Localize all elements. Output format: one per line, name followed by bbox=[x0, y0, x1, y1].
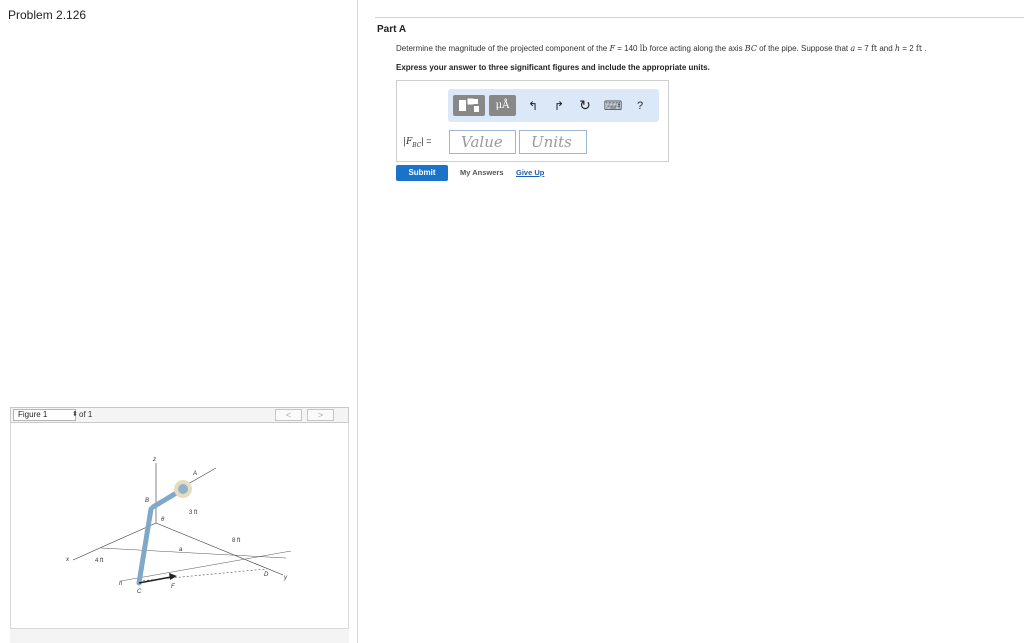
label-theta: θ bbox=[161, 517, 165, 523]
help-button[interactable]: ? bbox=[633, 95, 647, 116]
part-divider bbox=[375, 17, 1024, 18]
figure-toolbar: Figure 1 ⬍ of 1 < > bbox=[10, 407, 349, 423]
value-input[interactable] bbox=[449, 130, 516, 154]
undo-button[interactable]: ↰ bbox=[525, 95, 541, 116]
next-figure-button[interactable]: > bbox=[307, 409, 334, 421]
question-segment: = 7 bbox=[855, 44, 871, 53]
label-a: a bbox=[179, 547, 183, 553]
template-button[interactable] bbox=[453, 95, 485, 116]
figure-count: of 1 bbox=[79, 410, 93, 419]
label-f: F bbox=[171, 584, 175, 590]
ground-line bbox=[100, 547, 287, 559]
label-8ft: 8 ft bbox=[232, 538, 241, 544]
answer-label: |FBC| = bbox=[403, 136, 432, 149]
question-segment: = 140 bbox=[615, 44, 640, 53]
label-z: z bbox=[152, 457, 156, 463]
figure-panel: z A B θ 3 ft 8 ft a 4 ft x h C F D y bbox=[10, 423, 349, 643]
template-icon bbox=[459, 98, 479, 112]
question-segment: of the pipe. Suppose that bbox=[756, 44, 851, 53]
label-4ft: 4 ft bbox=[95, 558, 104, 564]
force-arrow bbox=[138, 576, 172, 584]
force-arrowhead bbox=[169, 573, 177, 580]
my-answers-label: My Answers bbox=[460, 168, 504, 177]
var-bc: BC bbox=[744, 44, 757, 53]
question-segment: and bbox=[877, 44, 895, 53]
figure-footer bbox=[10, 628, 349, 643]
label-x: x bbox=[65, 557, 70, 563]
y-axis bbox=[155, 522, 284, 576]
redo-button[interactable]: ↱ bbox=[551, 95, 567, 116]
label-y: y bbox=[283, 575, 288, 581]
question-text: Determine the magnitude of the projected… bbox=[396, 44, 927, 53]
give-up-link[interactable]: Give Up bbox=[516, 168, 544, 177]
question-segment: = 2 bbox=[900, 44, 916, 53]
label-b: B bbox=[145, 498, 149, 504]
figure-select[interactable]: Figure 1 ⬍ bbox=[13, 409, 78, 421]
problem-title: Problem 2.126 bbox=[8, 8, 87, 22]
question-segment: Determine the magnitude of the projected… bbox=[396, 44, 610, 53]
submit-button[interactable]: Submit bbox=[396, 165, 448, 181]
answer-label-end: | = bbox=[421, 136, 432, 146]
math-toolbar: μÅ ↰ ↱ ↻ ⌨ ? bbox=[448, 89, 659, 122]
label-a-point: A bbox=[192, 471, 197, 477]
units-symbol-button[interactable]: μÅ bbox=[489, 95, 516, 116]
select-arrows-icon: ⬍ bbox=[72, 411, 78, 418]
figure-column: Problem 2.126 Figure 1 ⬍ of 1 < > z A B … bbox=[0, 0, 358, 643]
instruction-text: Express your answer to three significant… bbox=[396, 63, 710, 72]
figure-select-label: Figure 1 bbox=[18, 410, 48, 419]
question-segment: . bbox=[922, 44, 927, 53]
label-3ft: 3 ft bbox=[189, 510, 198, 516]
reset-button[interactable]: ↻ bbox=[576, 95, 594, 116]
part-label: Part A bbox=[377, 24, 407, 35]
label-h: h bbox=[119, 581, 123, 587]
label-c: C bbox=[137, 589, 142, 595]
label-d: D bbox=[264, 572, 269, 578]
answer-box: μÅ ↰ ↱ ↻ ⌨ ? |FBC| = bbox=[396, 80, 669, 162]
units-input[interactable] bbox=[519, 130, 587, 154]
pipe-bc bbox=[136, 506, 154, 586]
keyboard-button[interactable]: ⌨ bbox=[603, 95, 623, 116]
anchor-a-center bbox=[178, 484, 188, 494]
answer-label-text: |F bbox=[403, 137, 413, 147]
pipe-figure: z A B θ 3 ft 8 ft a 4 ft x h C F D y bbox=[65, 457, 292, 595]
prev-figure-button[interactable]: < bbox=[275, 409, 302, 421]
question-segment: force acting along the axis bbox=[647, 44, 745, 53]
